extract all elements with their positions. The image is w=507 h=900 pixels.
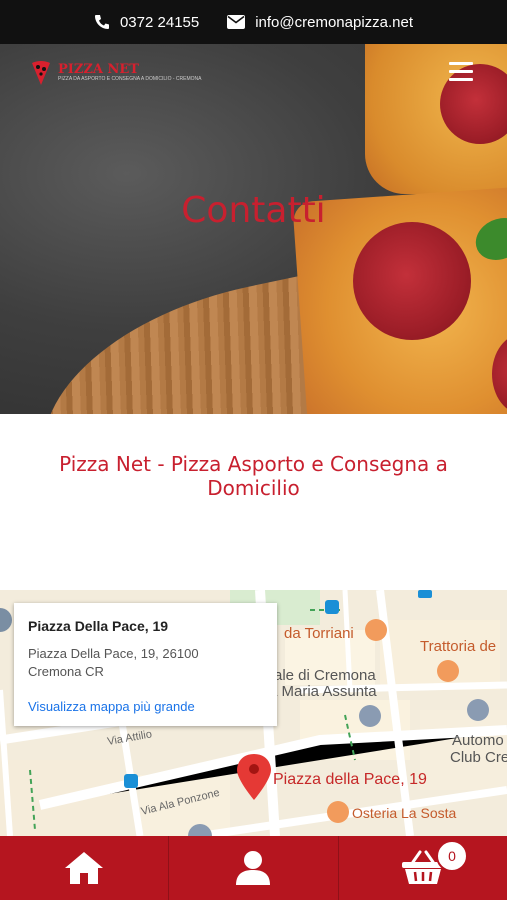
pepperoni-image (353, 222, 471, 340)
marker-label: Piazza della Pace, 19 (273, 771, 427, 788)
phone-contact[interactable]: 0372 24155 (94, 14, 199, 31)
logo-name: PIZZA NET (58, 62, 139, 77)
bus-stop-icon (418, 590, 432, 598)
cart-button[interactable] (339, 836, 507, 900)
cart-count-badge: 0 (436, 840, 468, 872)
poi-label-automobile: Automo (452, 732, 504, 749)
phone-number[interactable]: 0372 24155 (120, 14, 199, 31)
phone-icon (94, 15, 109, 29)
logo-tagline: PIZZA DA ASPORTO E CONSEGNA A DOMICILIO … (58, 76, 202, 82)
address-line-1: Piazza Della Pace, 19, 26100 (28, 646, 199, 661)
bus-stop-icon (124, 774, 138, 788)
poi-label-osteria: Osteria La Sosta (352, 805, 456, 821)
poi-label-cattedrale: rale di Cremona (269, 667, 376, 684)
museum-poi-icon (467, 699, 489, 721)
restaurant-poi-icon (327, 801, 349, 823)
poi-label-trattoria: Trattoria de (420, 638, 496, 655)
info-card-address: Piazza Della Pace, 19, 26100 Cremona CR (28, 645, 199, 681)
info-card-title: Piazza Della Pace, 19 (28, 618, 169, 634)
home-button[interactable] (0, 836, 170, 900)
map-info-card: Piazza Della Pace, 19 Piazza Della Pace,… (14, 603, 277, 726)
address-line-2: Cremona CR (28, 664, 104, 679)
poi-label-cattedrale-2: a Maria Assunta (269, 683, 377, 700)
contact-bar: 0372 24155 info@cremonapizza.net (0, 0, 507, 44)
page-title: Contatti (181, 190, 326, 231)
envelope-icon (227, 15, 246, 29)
pizza-logo-icon (32, 61, 50, 85)
site-logo[interactable]: PIZZA NET PIZZA DA ASPORTO E CONSEGNA A … (30, 60, 201, 86)
bus-stop-icon (325, 600, 339, 614)
hamburger-menu-icon[interactable] (449, 62, 473, 86)
home-icon (65, 852, 104, 884)
poi-label-automobile-2: Club Cre (450, 749, 507, 766)
email-contact[interactable]: info@cremonapizza.net (227, 14, 413, 31)
business-heading: Pizza Net - Pizza Asporto e Consegna a D… (59, 452, 448, 500)
church-poi-icon (359, 705, 381, 727)
email-address[interactable]: info@cremonapizza.net (255, 14, 413, 31)
hero-banner: PIZZA NET PIZZA DA ASPORTO E CONSEGNA A … (0, 44, 507, 414)
view-larger-map-link[interactable]: Visualizza mappa più grande (28, 699, 195, 714)
bottom-nav (0, 836, 507, 900)
restaurant-poi-icon (365, 619, 387, 641)
restaurant-poi-icon (437, 660, 459, 682)
poi-label-torriani: da Torriani (284, 625, 354, 642)
account-button[interactable] (169, 836, 339, 900)
user-icon (236, 851, 271, 885)
